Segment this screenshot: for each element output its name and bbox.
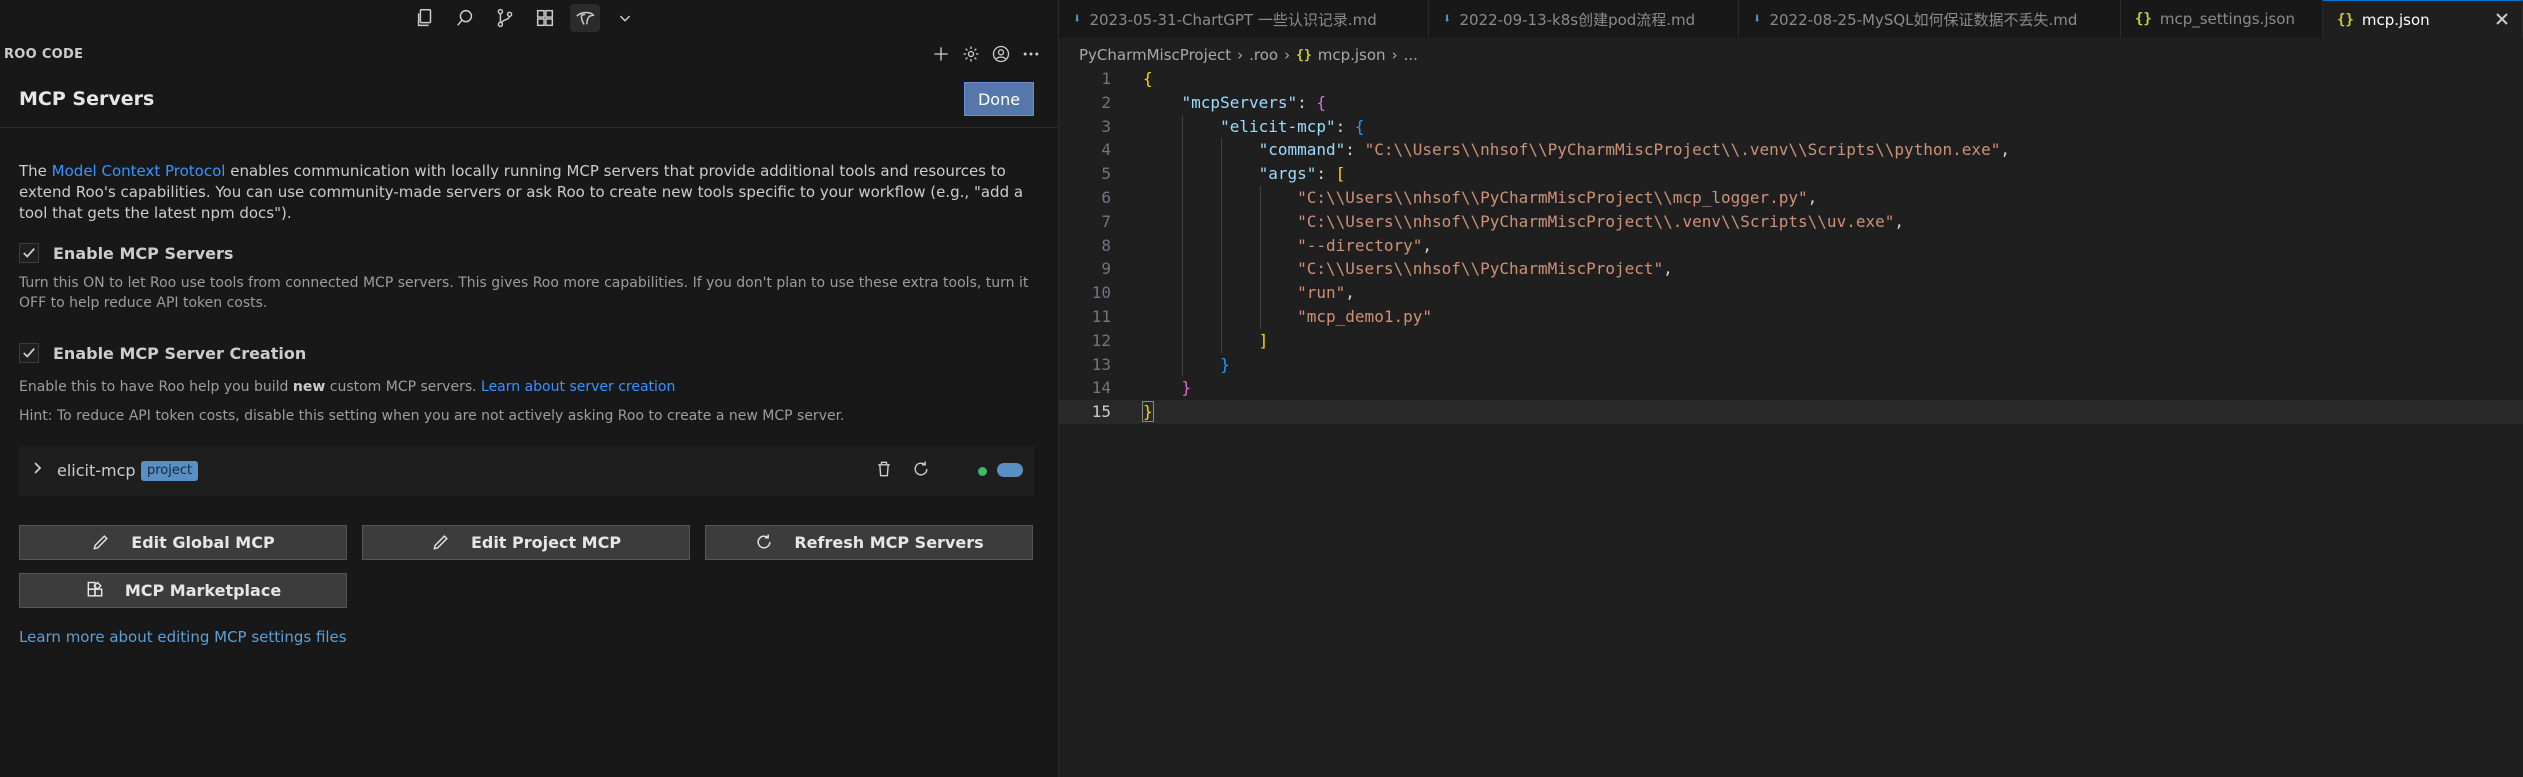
tab-mcp-settings-json[interactable]: {} mcp_settings.json — [2121, 0, 2323, 38]
code-editor: ⬇ 2023-05-31-ChartGPT 一些认识记录.md ⬇ 2022-0… — [1059, 0, 2523, 777]
breadcrumb-symbol[interactable]: ... — [1404, 46, 1418, 64]
markdown-file-icon: ⬇ — [1073, 11, 1082, 27]
mcp-header: MCP Servers — [0, 76, 1058, 128]
plus-icon[interactable] — [928, 41, 954, 67]
code-line[interactable]: 10 "run", — [1059, 281, 2523, 305]
activity-bar — [0, 0, 1058, 36]
json-file-icon: {} — [2337, 11, 2354, 28]
tab-mcp-json[interactable]: {} mcp.json — [2323, 0, 2523, 38]
chevron-right-icon[interactable] — [29, 460, 47, 480]
edit-global-mcp-button[interactable]: Edit Global MCP — [19, 525, 347, 560]
enable-mcp-server-creation-label: Enable MCP Server Creation — [53, 343, 307, 363]
code-line-current[interactable]: 15} — [1059, 400, 2523, 424]
enable-mcp-server-creation-checkbox[interactable] — [19, 343, 39, 363]
roo-icon[interactable] — [570, 4, 600, 32]
code-line[interactable]: 8 "--directory", — [1059, 233, 2523, 258]
refresh-mcp-servers-button[interactable]: Refresh MCP Servers — [705, 525, 1033, 560]
panel-title: ROO CODE — [4, 47, 84, 62]
mcp-intro: The Model Context Protocol enables commu… — [19, 162, 1024, 222]
code-area[interactable]: 1{ 2 "mcpServers": { 3 "elicit-mcp": { 4… — [1059, 67, 2523, 424]
json-file-icon: {} — [2135, 11, 2152, 27]
edit-project-mcp-button[interactable]: Edit Project MCP — [362, 525, 690, 560]
hint-text: Hint: To reduce API token costs, disable… — [19, 408, 845, 424]
pencil-icon — [91, 532, 113, 554]
extensions-icon[interactable] — [530, 4, 560, 32]
enable-mcp-servers-label: Enable MCP Servers — [53, 243, 234, 263]
server-status-indicator — [978, 467, 987, 476]
marketplace-icon — [85, 580, 107, 602]
code-line[interactable]: 7 "C:\\Users\\nhsof\\PyCharmMiscProject\… — [1059, 209, 2523, 234]
markdown-file-icon: ⬇ — [1753, 11, 1762, 27]
search-icon[interactable] — [450, 4, 480, 32]
enable-mcp-server-creation-description: Enable this to have Roo help you build n… — [19, 379, 676, 395]
learn-about-server-creation-link[interactable]: Learn about server creation — [481, 379, 675, 395]
chevron-right-icon: › — [1237, 46, 1244, 64]
page-title: MCP Servers — [19, 88, 155, 110]
gear-icon[interactable] — [958, 41, 984, 67]
code-line[interactable]: 3 "elicit-mcp": { — [1059, 114, 2523, 139]
check-icon — [23, 248, 35, 258]
trash-icon[interactable] — [874, 459, 896, 481]
mcp-marketplace-button[interactable]: MCP Marketplace — [19, 573, 347, 608]
json-file-icon: {} — [1296, 47, 1312, 63]
server-enable-toggle[interactable] — [997, 463, 1023, 477]
markdown-file-icon: ⬇ — [1443, 11, 1452, 27]
code-line[interactable]: 2 "mcpServers": { — [1059, 91, 2523, 115]
chevron-right-icon: › — [1391, 46, 1398, 64]
source-control-icon[interactable] — [490, 4, 520, 32]
enable-mcp-server-creation-row[interactable]: Enable MCP Server Creation — [19, 342, 306, 364]
check-icon — [23, 348, 35, 358]
breadcrumb-project[interactable]: PyCharmMiscProject — [1079, 46, 1231, 64]
code-line[interactable]: 12 ] — [1059, 328, 2523, 353]
model-context-protocol-link[interactable]: Model Context Protocol — [52, 162, 226, 180]
refresh-icon — [754, 532, 776, 554]
account-icon[interactable] — [988, 41, 1014, 67]
breadcrumb-folder[interactable]: .roo — [1249, 46, 1278, 64]
done-button[interactable]: Done — [964, 82, 1034, 116]
server-name: elicit-mcp — [57, 461, 136, 480]
code-line[interactable]: 5 "args": [ — [1059, 162, 2523, 186]
enable-mcp-servers-checkbox[interactable] — [19, 243, 39, 263]
code-line[interactable]: 6 "C:\\Users\\nhsof\\PyCharmMiscProject\… — [1059, 185, 2523, 210]
server-row[interactable]: elicit-mcp project — [19, 446, 1034, 496]
code-line[interactable]: 11 "mcp_demo1.py" — [1059, 304, 2523, 329]
learn-more-link[interactable]: Learn more about editing MCP settings fi… — [19, 628, 347, 646]
code-line[interactable]: 13 } — [1059, 352, 2523, 377]
chevron-right-icon: › — [1284, 46, 1291, 64]
enable-mcp-servers-row[interactable]: Enable MCP Servers — [19, 242, 233, 264]
code-line[interactable]: 1{ — [1059, 67, 2523, 91]
roo-code-panel: ROO CODE MCP Servers Done The Model Cont… — [0, 0, 1058, 777]
code-line[interactable]: 4 "command": "C:\\Users\\nhsof\\PyCharmM… — [1059, 138, 2523, 163]
explorer-icon[interactable] — [410, 4, 440, 32]
more-icon[interactable] — [1018, 41, 1044, 67]
tab-mysql-md[interactable]: ⬇ 2022-08-25-MySQL如何保证数据不丢失.md — [1739, 0, 2121, 38]
enable-mcp-servers-description: Turn this ON to let Roo use tools from c… — [19, 275, 1029, 311]
restart-icon[interactable] — [911, 459, 933, 481]
code-line[interactable]: 9 "C:\\Users\\nhsof\\PyCharmMiscProject"… — [1059, 257, 2523, 282]
tab-chartgpt-md[interactable]: ⬇ 2023-05-31-ChartGPT 一些认识记录.md — [1059, 0, 1429, 38]
tab-k8s-md[interactable]: ⬇ 2022-09-13-k8s创建pod流程.md — [1429, 0, 1739, 38]
breadcrumb: PyCharmMiscProject › .roo › {} mcp.json … — [1079, 45, 1418, 65]
editor-tab-bar: ⬇ 2023-05-31-ChartGPT 一些认识记录.md ⬇ 2022-0… — [1059, 0, 2523, 38]
pencil-icon — [431, 532, 453, 554]
code-line[interactable]: 14 } — [1059, 376, 2523, 400]
server-scope-badge: project — [141, 461, 199, 481]
close-icon[interactable] — [2494, 11, 2512, 29]
breadcrumb-file[interactable]: mcp.json — [1318, 46, 1386, 64]
chevron-down-icon[interactable] — [610, 4, 640, 32]
